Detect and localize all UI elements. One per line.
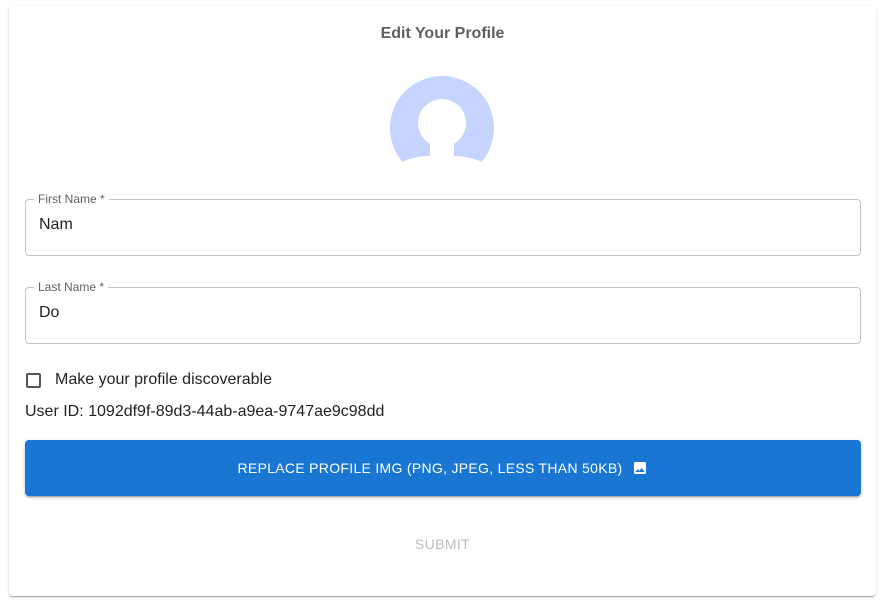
first-name-field[interactable]: First Name * Nam bbox=[25, 193, 861, 256]
last-name-value[interactable]: Do bbox=[39, 303, 59, 323]
first-name-label: First Name * bbox=[38, 192, 105, 206]
discoverable-checkbox-row[interactable]: Make your profile discoverable bbox=[25, 368, 272, 392]
first-name-outline: First Name * bbox=[25, 193, 861, 256]
page-title: Edit Your Profile bbox=[380, 25, 505, 42]
image-icon bbox=[634, 462, 647, 474]
last-name-label: Last Name * bbox=[38, 280, 105, 294]
replace-profile-image-label: REPLACE PROFILE IMG (PNG, JPEG, LESS THA… bbox=[237, 460, 623, 476]
discoverable-label[interactable]: Make your profile discoverable bbox=[55, 371, 272, 389]
first-name-value[interactable]: Nam bbox=[39, 215, 73, 235]
last-name-field[interactable]: Last Name * Do bbox=[25, 281, 861, 344]
profile-card: Edit Your Profile First Name * Nam Last … bbox=[9, 6, 876, 596]
replace-profile-image-button[interactable]: REPLACE PROFILE IMG (PNG, JPEG, LESS THA… bbox=[25, 440, 861, 496]
submit-button[interactable]: SUBMIT bbox=[9, 536, 876, 552]
avatar-placeholder-icon bbox=[390, 76, 494, 180]
discoverable-checkbox[interactable] bbox=[26, 372, 41, 388]
user-id-text: User ID: 1092df9f-89d3-44ab-a9ea-9747ae9… bbox=[25, 403, 385, 420]
last-name-outline: Last Name * bbox=[25, 281, 861, 344]
